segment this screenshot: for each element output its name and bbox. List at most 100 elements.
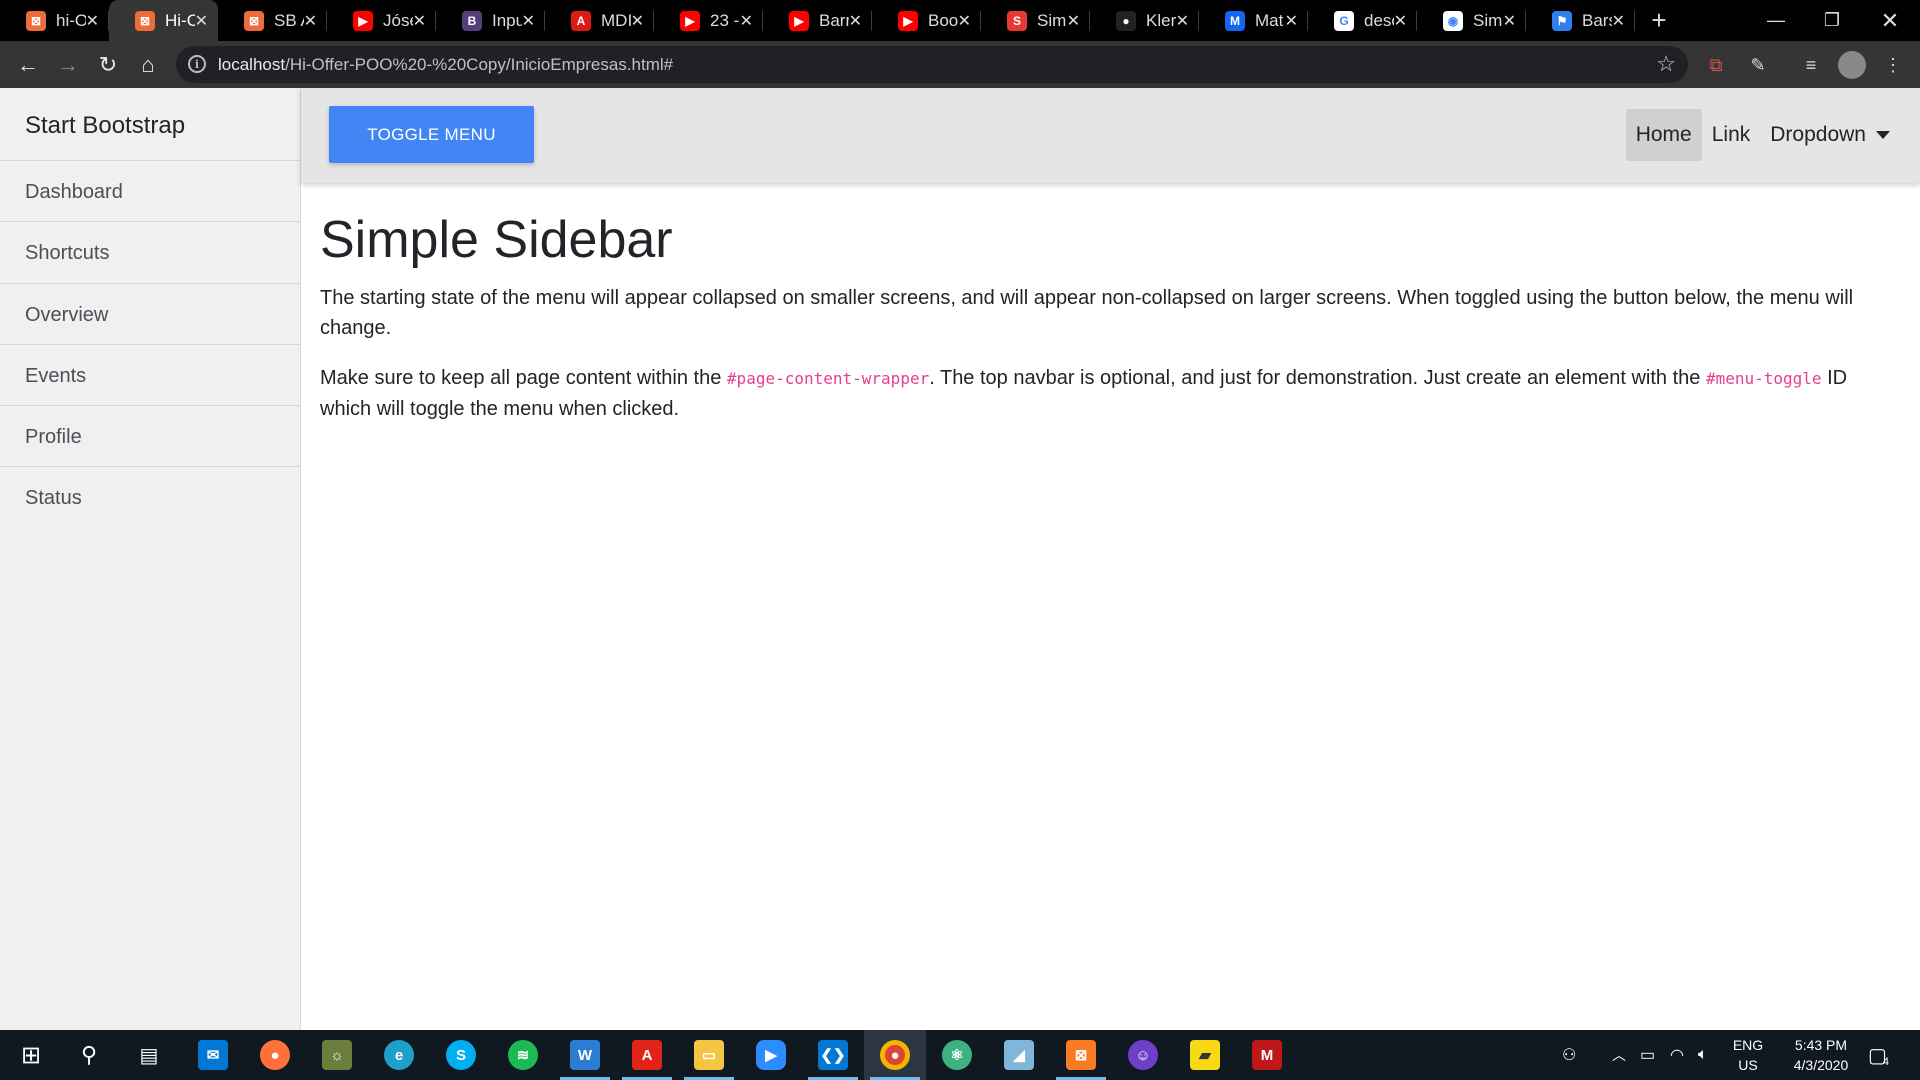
nav-link[interactable]: Link <box>1702 109 1761 161</box>
people-icon[interactable]: ⚇ <box>1562 1030 1576 1080</box>
close-window-button[interactable]: ✕ <box>1862 0 1918 41</box>
github-desktop-icon[interactable]: ☺ <box>1112 1030 1174 1080</box>
minimize-button[interactable]: — <box>1748 0 1804 41</box>
start-button[interactable]: ⊞ <box>0 1030 62 1080</box>
action-center-icon[interactable]: ▢ 4 <box>1868 1030 1889 1080</box>
vscode-icon[interactable]: ❮❯ <box>802 1030 864 1080</box>
browser-tab[interactable]: M Mat ✕ <box>1199 0 1308 41</box>
browser-tab[interactable]: B Inpu ✕ <box>436 0 545 41</box>
browser-tab[interactable]: Gdesc✕ <box>1308 0 1417 41</box>
nav-dropdown[interactable]: Dropdown <box>1760 109 1920 161</box>
browser-tab[interactable]: ◉ Sim ✕ <box>1417 0 1526 41</box>
site-info-icon[interactable]: i <box>188 55 206 73</box>
acrobat-icon[interactable]: A <box>616 1030 678 1080</box>
home-icon[interactable]: ⌂ <box>130 47 166 83</box>
language-indicator[interactable]: ENG US <box>1728 1035 1768 1075</box>
file-explorer-icon[interactable]: ▭ <box>678 1030 740 1080</box>
page-title: Simple Sidebar <box>320 211 673 269</box>
tab-title: Bars <box>1582 10 1612 30</box>
app-icon[interactable]: ☼ <box>306 1030 368 1080</box>
bookmark-star-icon[interactable]: ☆ <box>1656 51 1676 77</box>
browser-tab[interactable]: ▶ Jóse✕ <box>327 0 436 41</box>
mcafee-icon[interactable]: M <box>1236 1030 1298 1080</box>
tab-close-icon[interactable]: ✕ <box>86 11 99 31</box>
code-page-content-wrapper: #page-content-wrapper <box>726 369 930 389</box>
sidebar-item-dashboard[interactable]: Dashboard <box>0 161 300 223</box>
tab-close-icon[interactable]: ✕ <box>1394 11 1407 31</box>
tab-close-icon[interactable]: ✕ <box>413 11 426 31</box>
browser-tab[interactable]: ⊠ SB A✕ <box>218 0 327 41</box>
address-bar[interactable]: i localhost/Hi-Offer-POO%20-%20Copy/Inic… <box>176 46 1688 83</box>
tab-favicon-icon: ⊠ <box>26 10 46 31</box>
browser-tab[interactable]: ⊠ hi-O ✕ <box>0 0 109 41</box>
tab-close-icon[interactable]: ✕ <box>1176 11 1189 31</box>
sidebar-item-overview[interactable]: Overview <box>0 284 300 345</box>
battery-icon[interactable]: ▭ <box>1640 1030 1655 1080</box>
tab-close-icon[interactable]: ✕ <box>1503 11 1516 31</box>
tab-close-icon[interactable]: ✕ <box>1612 11 1625 31</box>
new-tab-button[interactable]: + <box>1635 0 1683 41</box>
browser-toolbar: ← → ↻ ⌂ i localhost/Hi-Offer-POO%20-%20C… <box>0 41 1920 88</box>
profile-avatar[interactable] <box>1838 51 1866 79</box>
tab-list: ⊠hi-O✕⊠Hi-O✕⊠SB A✕▶Jóse✕BInpu✕AMDI✕▶23 -… <box>0 0 1635 41</box>
tab-title: Hi-O <box>165 10 195 30</box>
xampp-icon[interactable]: ⊠ <box>1050 1030 1112 1080</box>
tab-title: Inpu <box>492 10 522 30</box>
notes-app-icon[interactable]: ◢ <box>988 1030 1050 1080</box>
tab-close-icon[interactable]: ✕ <box>958 11 971 31</box>
show-hidden-icons-chevron-icon[interactable]: ︿ <box>1612 1030 1626 1080</box>
sidebar-item-shortcuts[interactable]: Shortcuts <box>0 222 300 284</box>
restore-button[interactable]: ❐ <box>1804 0 1860 41</box>
browser-tab[interactable]: ● Kleri✕ <box>1090 0 1199 41</box>
tab-close-icon[interactable]: ✕ <box>1285 11 1298 31</box>
zoom-icon[interactable]: ▶ <box>740 1030 802 1080</box>
nav-home-link[interactable]: Home <box>1625 109 1702 161</box>
chrome-icon[interactable]: ● <box>864 1030 926 1080</box>
caret-down-icon <box>1876 131 1890 139</box>
pdf-extension-icon[interactable]: ⧉ <box>1702 51 1730 79</box>
tab-favicon-icon: ◉ <box>1443 10 1463 31</box>
sidebar-item-events[interactable]: Events <box>0 345 300 407</box>
browser-tab[interactable]: ▶ 23 - ✕ <box>654 0 763 41</box>
language-code: ENG <box>1732 1037 1764 1053</box>
skype-icon[interactable]: S <box>430 1030 492 1080</box>
spotify-icon[interactable]: ≋ <box>492 1030 554 1080</box>
tab-close-icon[interactable]: ✕ <box>849 11 862 31</box>
tab-close-icon[interactable]: ✕ <box>1067 11 1080 31</box>
pen-extension-icon[interactable]: ✎ <box>1744 51 1772 79</box>
volume-icon[interactable]: 🔈︎ <box>1698 1030 1708 1080</box>
browser-tab[interactable]: ⚑ Bars✕ <box>1526 0 1635 41</box>
browser-tab[interactable]: S Sim ✕ <box>981 0 1090 41</box>
sidebar-item-status[interactable]: Status <box>0 467 300 528</box>
tab-close-icon[interactable]: ✕ <box>522 11 535 31</box>
tab-close-icon[interactable]: ✕ <box>631 11 644 31</box>
sticky-notes-icon[interactable]: ▰ <box>1174 1030 1236 1080</box>
edge-icon[interactable]: e <box>368 1030 430 1080</box>
tab-close-icon[interactable]: ✕ <box>740 11 753 31</box>
atom-app-icon[interactable]: ⚛ <box>926 1030 988 1080</box>
clock[interactable]: 5:43 PM 4/3/2020 <box>1776 1035 1866 1075</box>
browser-menu-icon[interactable]: ⋮ <box>1879 51 1907 79</box>
browser-tab[interactable]: ▶ Barr ✕ <box>763 0 872 41</box>
back-icon[interactable]: ← <box>10 47 46 83</box>
wifi-icon[interactable]: ◠ <box>1670 1030 1684 1080</box>
tab-close-icon[interactable]: ✕ <box>304 11 317 31</box>
reload-icon[interactable]: ↻ <box>90 47 126 83</box>
tab-favicon-icon: ▶ <box>789 10 809 31</box>
tab-favicon-icon: ⊠ <box>135 10 155 31</box>
tab-favicon-icon: A <box>571 10 591 31</box>
tab-close-icon[interactable]: ✕ <box>195 11 208 31</box>
browser-tab[interactable]: ⊠ Hi-O ✕ <box>109 0 218 41</box>
toggle-menu-button[interactable]: TOGGLE MENU <box>329 106 534 163</box>
firefox-icon[interactable]: ● <box>244 1030 306 1080</box>
sidebar-item-profile[interactable]: Profile <box>0 406 300 468</box>
browser-tab[interactable]: A MDI ✕ <box>545 0 654 41</box>
word-icon[interactable]: W <box>554 1030 616 1080</box>
mail-icon[interactable]: ✉ <box>182 1030 244 1080</box>
search-icon[interactable]: ⚲ <box>58 1030 120 1080</box>
browser-tab[interactable]: ▶ Boo ✕ <box>872 0 981 41</box>
task-view-icon[interactable]: ▤ <box>118 1030 180 1080</box>
forward-icon[interactable]: → <box>50 47 86 83</box>
address-url[interactable]: localhost/Hi-Offer-POO%20-%20Copy/Inicio… <box>218 55 673 75</box>
media-control-icon[interactable]: ≡ <box>1797 51 1825 79</box>
